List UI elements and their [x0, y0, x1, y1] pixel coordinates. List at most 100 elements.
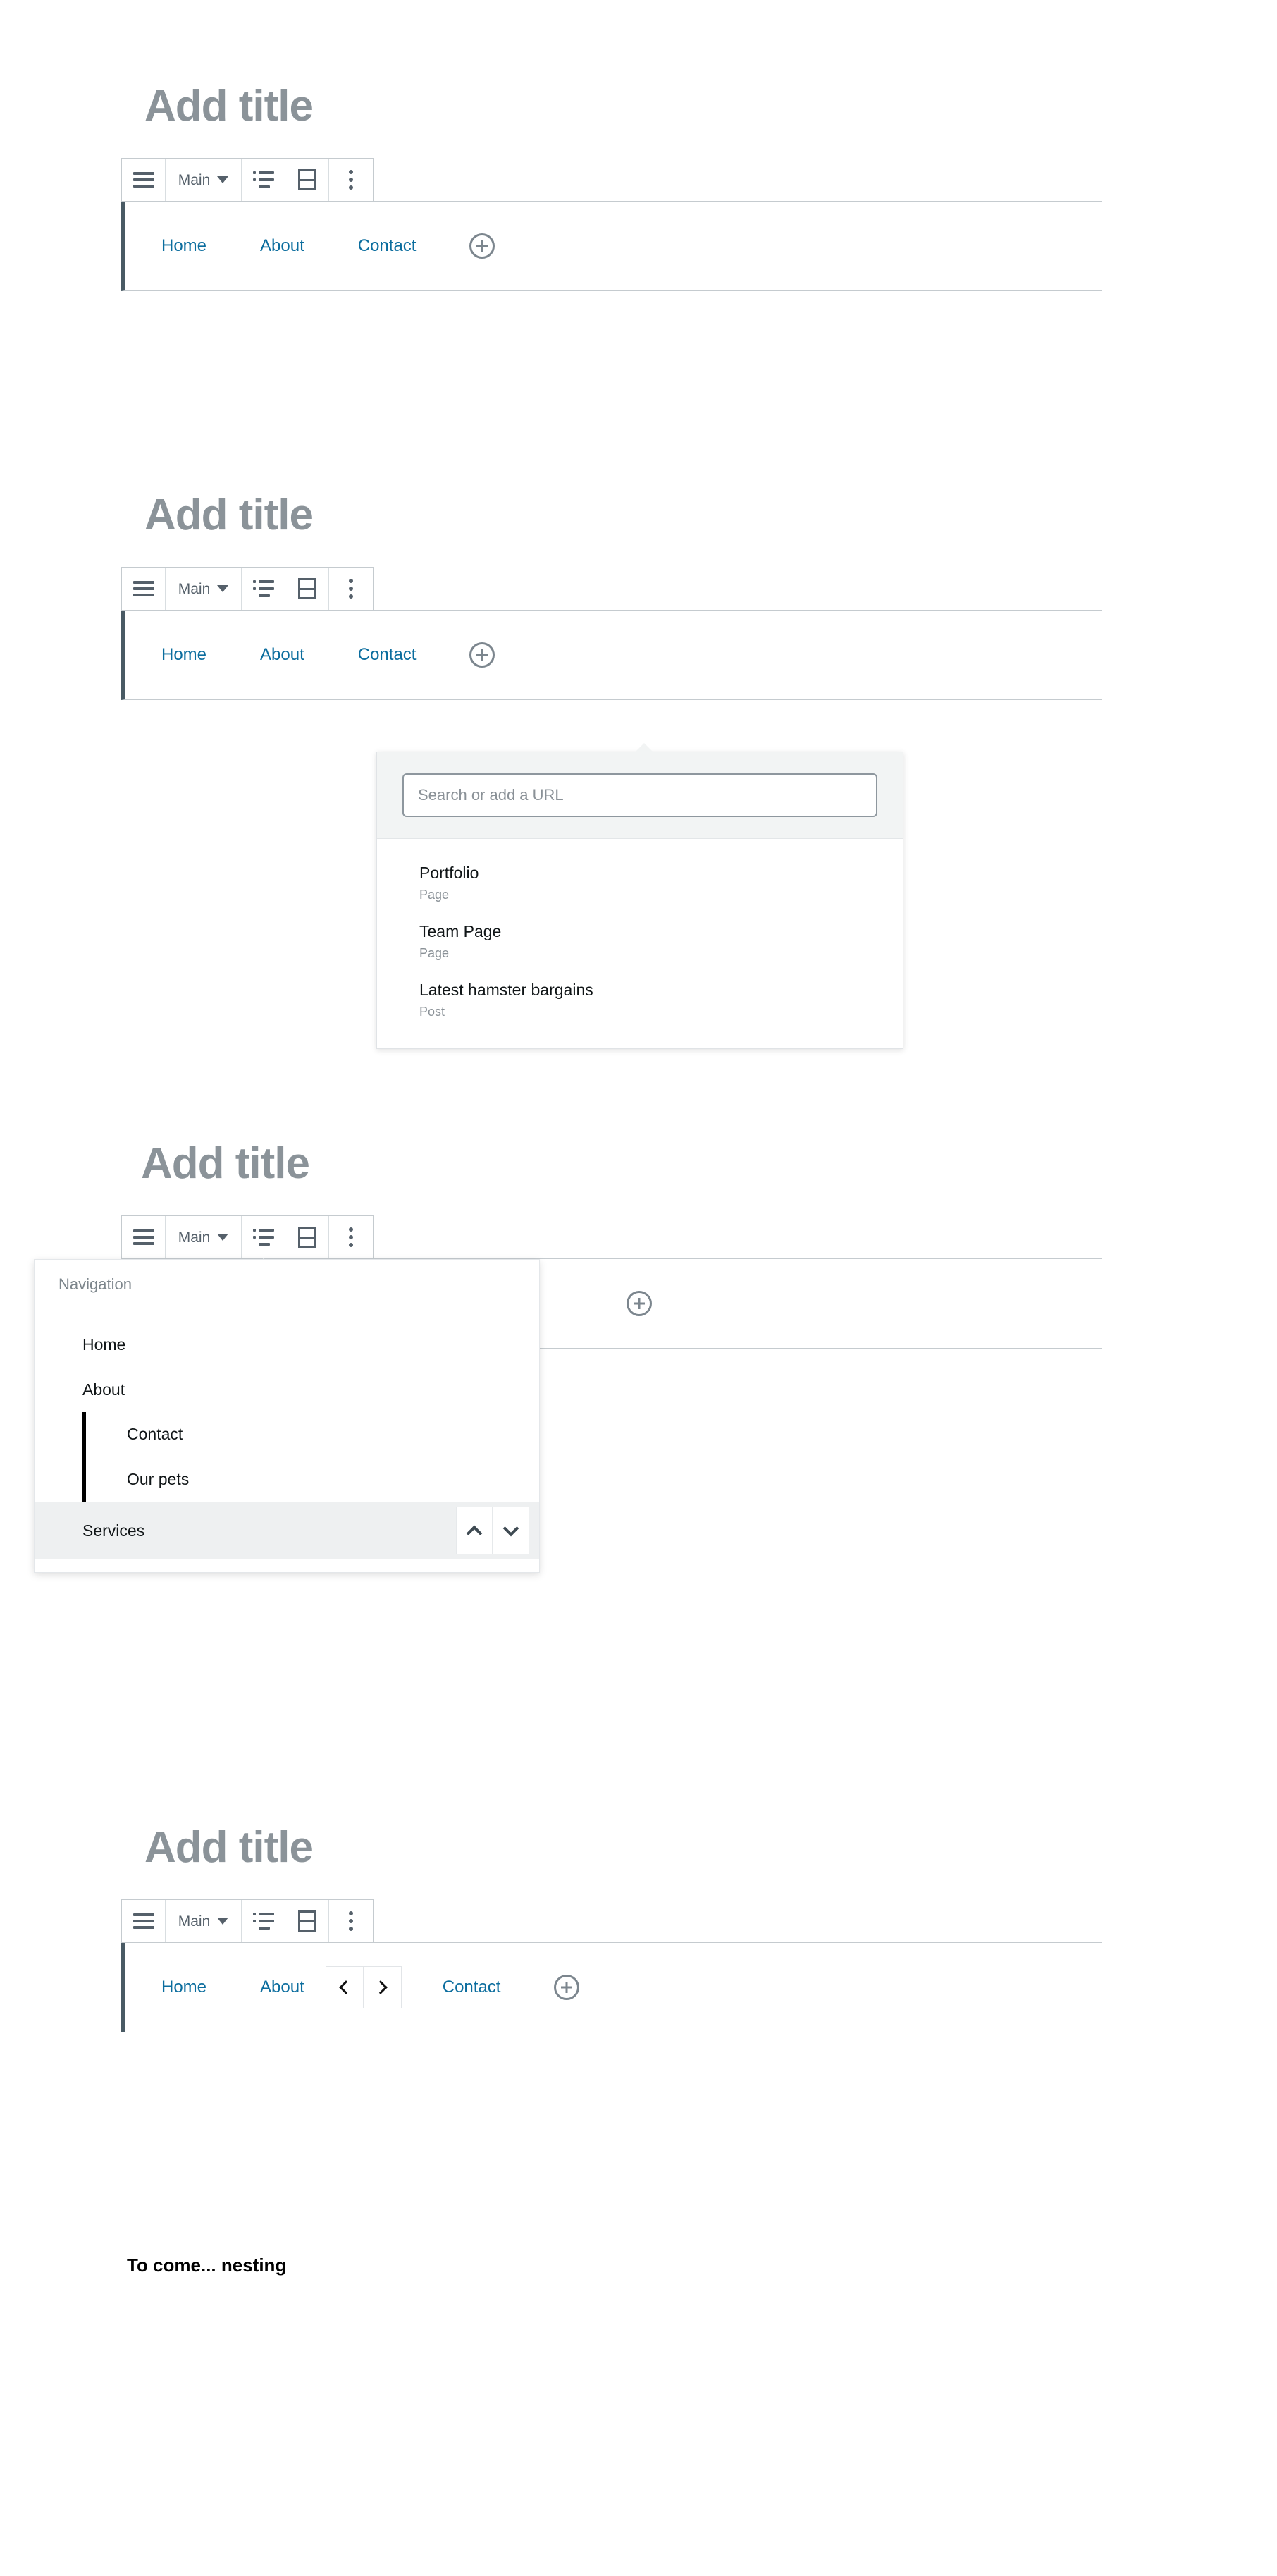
suggestion-type: Page: [419, 887, 450, 902]
list-item-movers: [456, 1507, 529, 1555]
suggestion-type: Page: [419, 945, 450, 960]
block-type-label: Main: [178, 580, 211, 597]
move-down-button[interactable]: [493, 1507, 529, 1555]
more-options-button[interactable]: [329, 1900, 373, 1942]
section-default: Add title Main Home About Contact: [0, 85, 1277, 291]
navigation-block[interactable]: Home About Contact: [121, 610, 1102, 700]
suggestion-type: Post: [419, 1004, 445, 1019]
nav-link-contact[interactable]: Contact: [358, 238, 417, 254]
more-options-button[interactable]: [329, 159, 373, 201]
block-type-selector[interactable]: Main: [166, 568, 242, 610]
nav-link-about[interactable]: About: [260, 646, 304, 663]
nav-link-about[interactable]: About: [260, 238, 304, 254]
nav-link-about[interactable]: About: [260, 1979, 304, 1996]
circle-plus-icon[interactable]: [627, 1291, 652, 1316]
list-view-header: Navigation: [35, 1260, 539, 1308]
page-title: Add title: [144, 1823, 314, 1872]
link-suggestions-list: Portfolio Page Team Page Page Latest ham…: [377, 839, 903, 1048]
list-view-button[interactable]: [242, 1900, 285, 1942]
move-right-button[interactable]: [363, 1966, 402, 2008]
nav-link-contact[interactable]: Contact: [443, 1979, 501, 1996]
more-options-button[interactable]: [329, 1216, 373, 1258]
move-left-button[interactable]: [325, 1966, 364, 2008]
list-view-button[interactable]: [242, 159, 285, 201]
chevron-down-icon: [217, 1234, 229, 1241]
popover-arrow-icon: [635, 743, 653, 752]
navigation-items: [627, 1291, 652, 1316]
list-view-icon: [252, 171, 274, 188]
drag-handle-button[interactable]: [122, 159, 166, 201]
section-list-view: Add title Main Navigation Home About Con…: [0, 1139, 1277, 1574]
block-toolbar: Main: [121, 1215, 374, 1266]
page-title: Add title: [141, 1139, 310, 1188]
list-item[interactable]: About: [35, 1368, 539, 1413]
list-item[interactable]: Our pets: [114, 1457, 539, 1502]
list-view-icon: [252, 580, 274, 597]
list-item[interactable]: Team Page Page: [377, 913, 903, 971]
block-toolbar: Main: [121, 158, 374, 202]
circle-plus-icon[interactable]: [469, 642, 495, 668]
block-toolbar: Main: [121, 567, 374, 611]
search-input[interactable]: [402, 773, 877, 817]
chevron-down-icon: [217, 585, 229, 592]
chevron-down-icon: [217, 1918, 229, 1925]
drag-handle-button[interactable]: [122, 568, 166, 610]
circle-plus-icon[interactable]: [469, 233, 495, 259]
chevron-down-icon: [217, 176, 229, 183]
list-view-button[interactable]: [242, 1216, 285, 1266]
hamburger-icon: [132, 581, 154, 596]
nav-link-home[interactable]: Home: [161, 1979, 206, 1996]
item-movers: [325, 1966, 402, 2008]
navigation-block[interactable]: Home About Contact: [121, 1942, 1102, 2032]
chevron-down-icon: [502, 1520, 519, 1537]
list-view-icon: [252, 1913, 274, 1930]
chevron-right-icon: [373, 1980, 388, 1994]
list-item[interactable]: Latest hamster bargains Post: [377, 971, 903, 1030]
block-type-selector[interactable]: Main: [166, 1900, 242, 1942]
link-search-header: [377, 752, 903, 839]
block-layout-icon: [297, 1227, 316, 1248]
list-view-button[interactable]: [242, 568, 285, 610]
list-view-icon: [252, 1229, 274, 1246]
list-view-body: Home About Contact Our pets Services: [35, 1308, 539, 1572]
nav-link-home[interactable]: Home: [161, 646, 206, 663]
section-link-search: Add title Main Home About Contact Search…: [0, 491, 1277, 1049]
chevron-up-icon: [466, 1525, 483, 1542]
page-title: Add title: [144, 82, 314, 130]
kebab-menu-icon: [349, 170, 353, 190]
page-title: Add title: [144, 491, 314, 539]
list-item[interactable]: Portfolio Page: [377, 854, 903, 913]
circle-plus-icon[interactable]: [554, 1975, 580, 2000]
navigation-items: Home About Contact: [161, 1966, 580, 2008]
list-item-selected[interactable]: Services: [35, 1502, 539, 1560]
list-item-label: Services: [82, 1521, 145, 1540]
block-layout-icon: [297, 169, 316, 190]
nav-link-home[interactable]: Home: [161, 238, 206, 254]
suggestion-title: Latest hamster bargains: [419, 980, 593, 999]
more-options-button[interactable]: [329, 568, 373, 610]
block-type-selector[interactable]: Main: [166, 159, 242, 201]
kebab-menu-icon: [349, 1227, 353, 1247]
block-layout-button[interactable]: [285, 159, 329, 201]
drag-handle-button[interactable]: [122, 1900, 166, 1942]
block-type-selector[interactable]: Main: [166, 1216, 242, 1258]
block-type-label: Main: [178, 171, 211, 188]
nav-link-contact[interactable]: Contact: [358, 646, 417, 663]
block-layout-icon: [297, 578, 316, 599]
hamburger-icon: [132, 172, 154, 188]
list-item[interactable]: Contact: [114, 1412, 539, 1457]
block-layout-button[interactable]: [285, 568, 329, 610]
kebab-menu-icon: [349, 1911, 353, 1931]
suggestion-title: Team Page: [419, 921, 502, 940]
list-item[interactable]: Home: [35, 1323, 539, 1368]
block-layout-button[interactable]: [285, 1216, 329, 1258]
chevron-left-icon: [339, 1980, 354, 1994]
block-layout-button[interactable]: [285, 1900, 329, 1942]
list-item-children: Contact Our pets: [82, 1412, 539, 1502]
drag-handle-button[interactable]: [122, 1216, 166, 1258]
navigation-items: Home About Contact: [161, 642, 495, 668]
navigation-block[interactable]: Home About Contact: [121, 201, 1102, 291]
link-search-popover: Portfolio Page Team Page Page Latest ham…: [376, 743, 903, 1049]
kebab-menu-icon: [349, 579, 353, 599]
move-up-button[interactable]: [456, 1507, 493, 1555]
